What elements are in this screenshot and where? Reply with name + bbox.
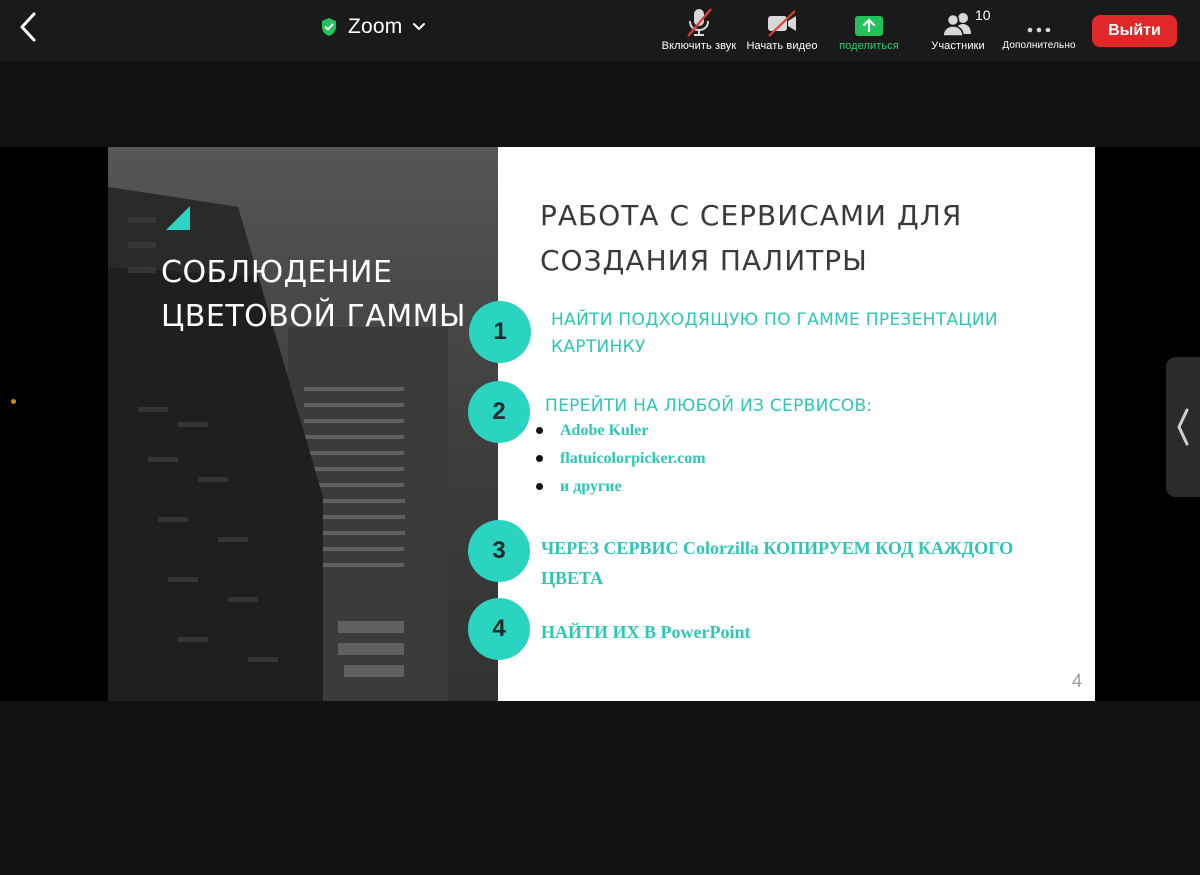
step-number-badge: 2 (468, 381, 530, 443)
step-text: НАЙТИ ПОДХОДЯЩУЮ ПО ГАММЕ ПРЕЗЕНТАЦИИ КА… (551, 307, 998, 361)
list-item-text: flatuicolorpicker.com (560, 450, 706, 467)
bullet-dot (536, 427, 543, 434)
slide-heading: РАБОТА С СЕРВИСАМИ ДЛЯ СОЗДАНИЯ ПАЛИТРЫ (540, 193, 962, 283)
meeting-title: Zoom (348, 15, 403, 38)
more-options-button[interactable]: Дополнительно (996, 6, 1082, 51)
more-options-label: Дополнительно (1002, 40, 1076, 51)
step-text: ПЕРЕЙТИ НА ЛЮБОЙ ИЗ СЕРВИСОВ: (545, 393, 872, 420)
share-screen-button[interactable]: поделиться (828, 6, 910, 52)
step-number-badge: 3 (468, 520, 530, 582)
expand-side-panel-button[interactable] (1166, 357, 1200, 497)
unmute-audio-button[interactable]: Включить звук (658, 6, 740, 52)
step-text-line: НАЙТИ ПОДХОДЯЩУЮ ПО ГАММЕ ПРЕЗЕНТАЦИИ (551, 310, 998, 330)
chevron-down-icon (413, 23, 426, 30)
step-text-line: НАЙТИ ИХ В PowerPoint (541, 622, 751, 642)
list-item-text: Adobe Kuler (560, 422, 649, 439)
slide-left-title: СОБЛЮДЕНИЕ ЦВЕТОВОЙ ГАММЫ (161, 251, 466, 339)
step-number-badge: 4 (468, 598, 530, 660)
unmute-audio-label: Включить звук (661, 40, 737, 52)
participants-count: 10 (975, 7, 991, 23)
slide-building-photo (108, 147, 498, 701)
shield-check-icon (322, 18, 336, 36)
meeting-toolbar: Zoom Включить звук Начать видео поделить… (0, 0, 1200, 62)
bullet-dot (536, 455, 543, 462)
step-text: НАЙТИ ИХ В PowerPoint (541, 617, 751, 647)
list-item: flatuicolorpicker.com (536, 445, 706, 473)
teal-triangle-icon (166, 206, 190, 230)
participants-label: Участники (931, 40, 985, 52)
slide-left-title-line: ЦВЕТОВОЙ ГАММЫ (161, 299, 466, 334)
chevron-left-icon (1177, 408, 1189, 446)
bullet-dot (536, 483, 543, 490)
start-video-label: Начать видео (746, 40, 818, 52)
video-off-icon (768, 10, 796, 37)
more-dots-icon (1027, 27, 1051, 33)
mic-muted-icon (687, 8, 712, 37)
presentation-slide: СОБЛЮДЕНИЕ ЦВЕТОВОЙ ГАММЫ РАБОТА С СЕРВИ… (108, 147, 1095, 701)
back-button[interactable] (14, 8, 46, 46)
slide-page-number: 4 (1072, 671, 1083, 691)
step-text-line: ЧЕРЕЗ СЕРВИС Colorzilla КОПИРУЕМ КОД КАЖ… (541, 538, 1014, 558)
list-item: Adobe Kuler (536, 417, 706, 445)
slide-left-title-line: СОБЛЮДЕНИЕ (161, 255, 393, 290)
share-screen-label: поделиться (839, 40, 899, 52)
share-arrow-icon (855, 16, 883, 36)
services-list: Adobe Kuler flatuicolorpicker.com и друг… (536, 417, 706, 501)
building-photo-graphic (108, 187, 448, 701)
list-item: и другие (536, 473, 706, 501)
step-text-line: КАРТИНКУ (551, 337, 646, 357)
step-text: ЧЕРЕЗ СЕРВИС Colorzilla КОПИРУЕМ КОД КАЖ… (541, 533, 1013, 593)
start-video-button[interactable]: Начать видео (740, 6, 824, 52)
meeting-title-dropdown[interactable]: Zoom (320, 12, 426, 42)
step-text-line: ПЕРЕЙТИ НА ЛЮБОЙ ИЗ СЕРВИСОВ: (545, 396, 873, 416)
slide-heading-line: СОЗДАНИЯ ПАЛИТРЫ (540, 244, 868, 277)
list-item-text: и другие (560, 478, 622, 495)
participants-icon (942, 13, 971, 37)
slide-heading-line: РАБОТА С СЕРВИСАМИ ДЛЯ (540, 199, 963, 232)
status-dot (11, 399, 16, 404)
leave-meeting-button[interactable]: Выйти (1092, 15, 1177, 47)
step-text-line: ЦВЕТА (541, 568, 604, 588)
step-number-badge: 1 (469, 301, 531, 363)
bottom-empty-area (0, 701, 1200, 875)
back-chevron-icon (20, 12, 36, 42)
